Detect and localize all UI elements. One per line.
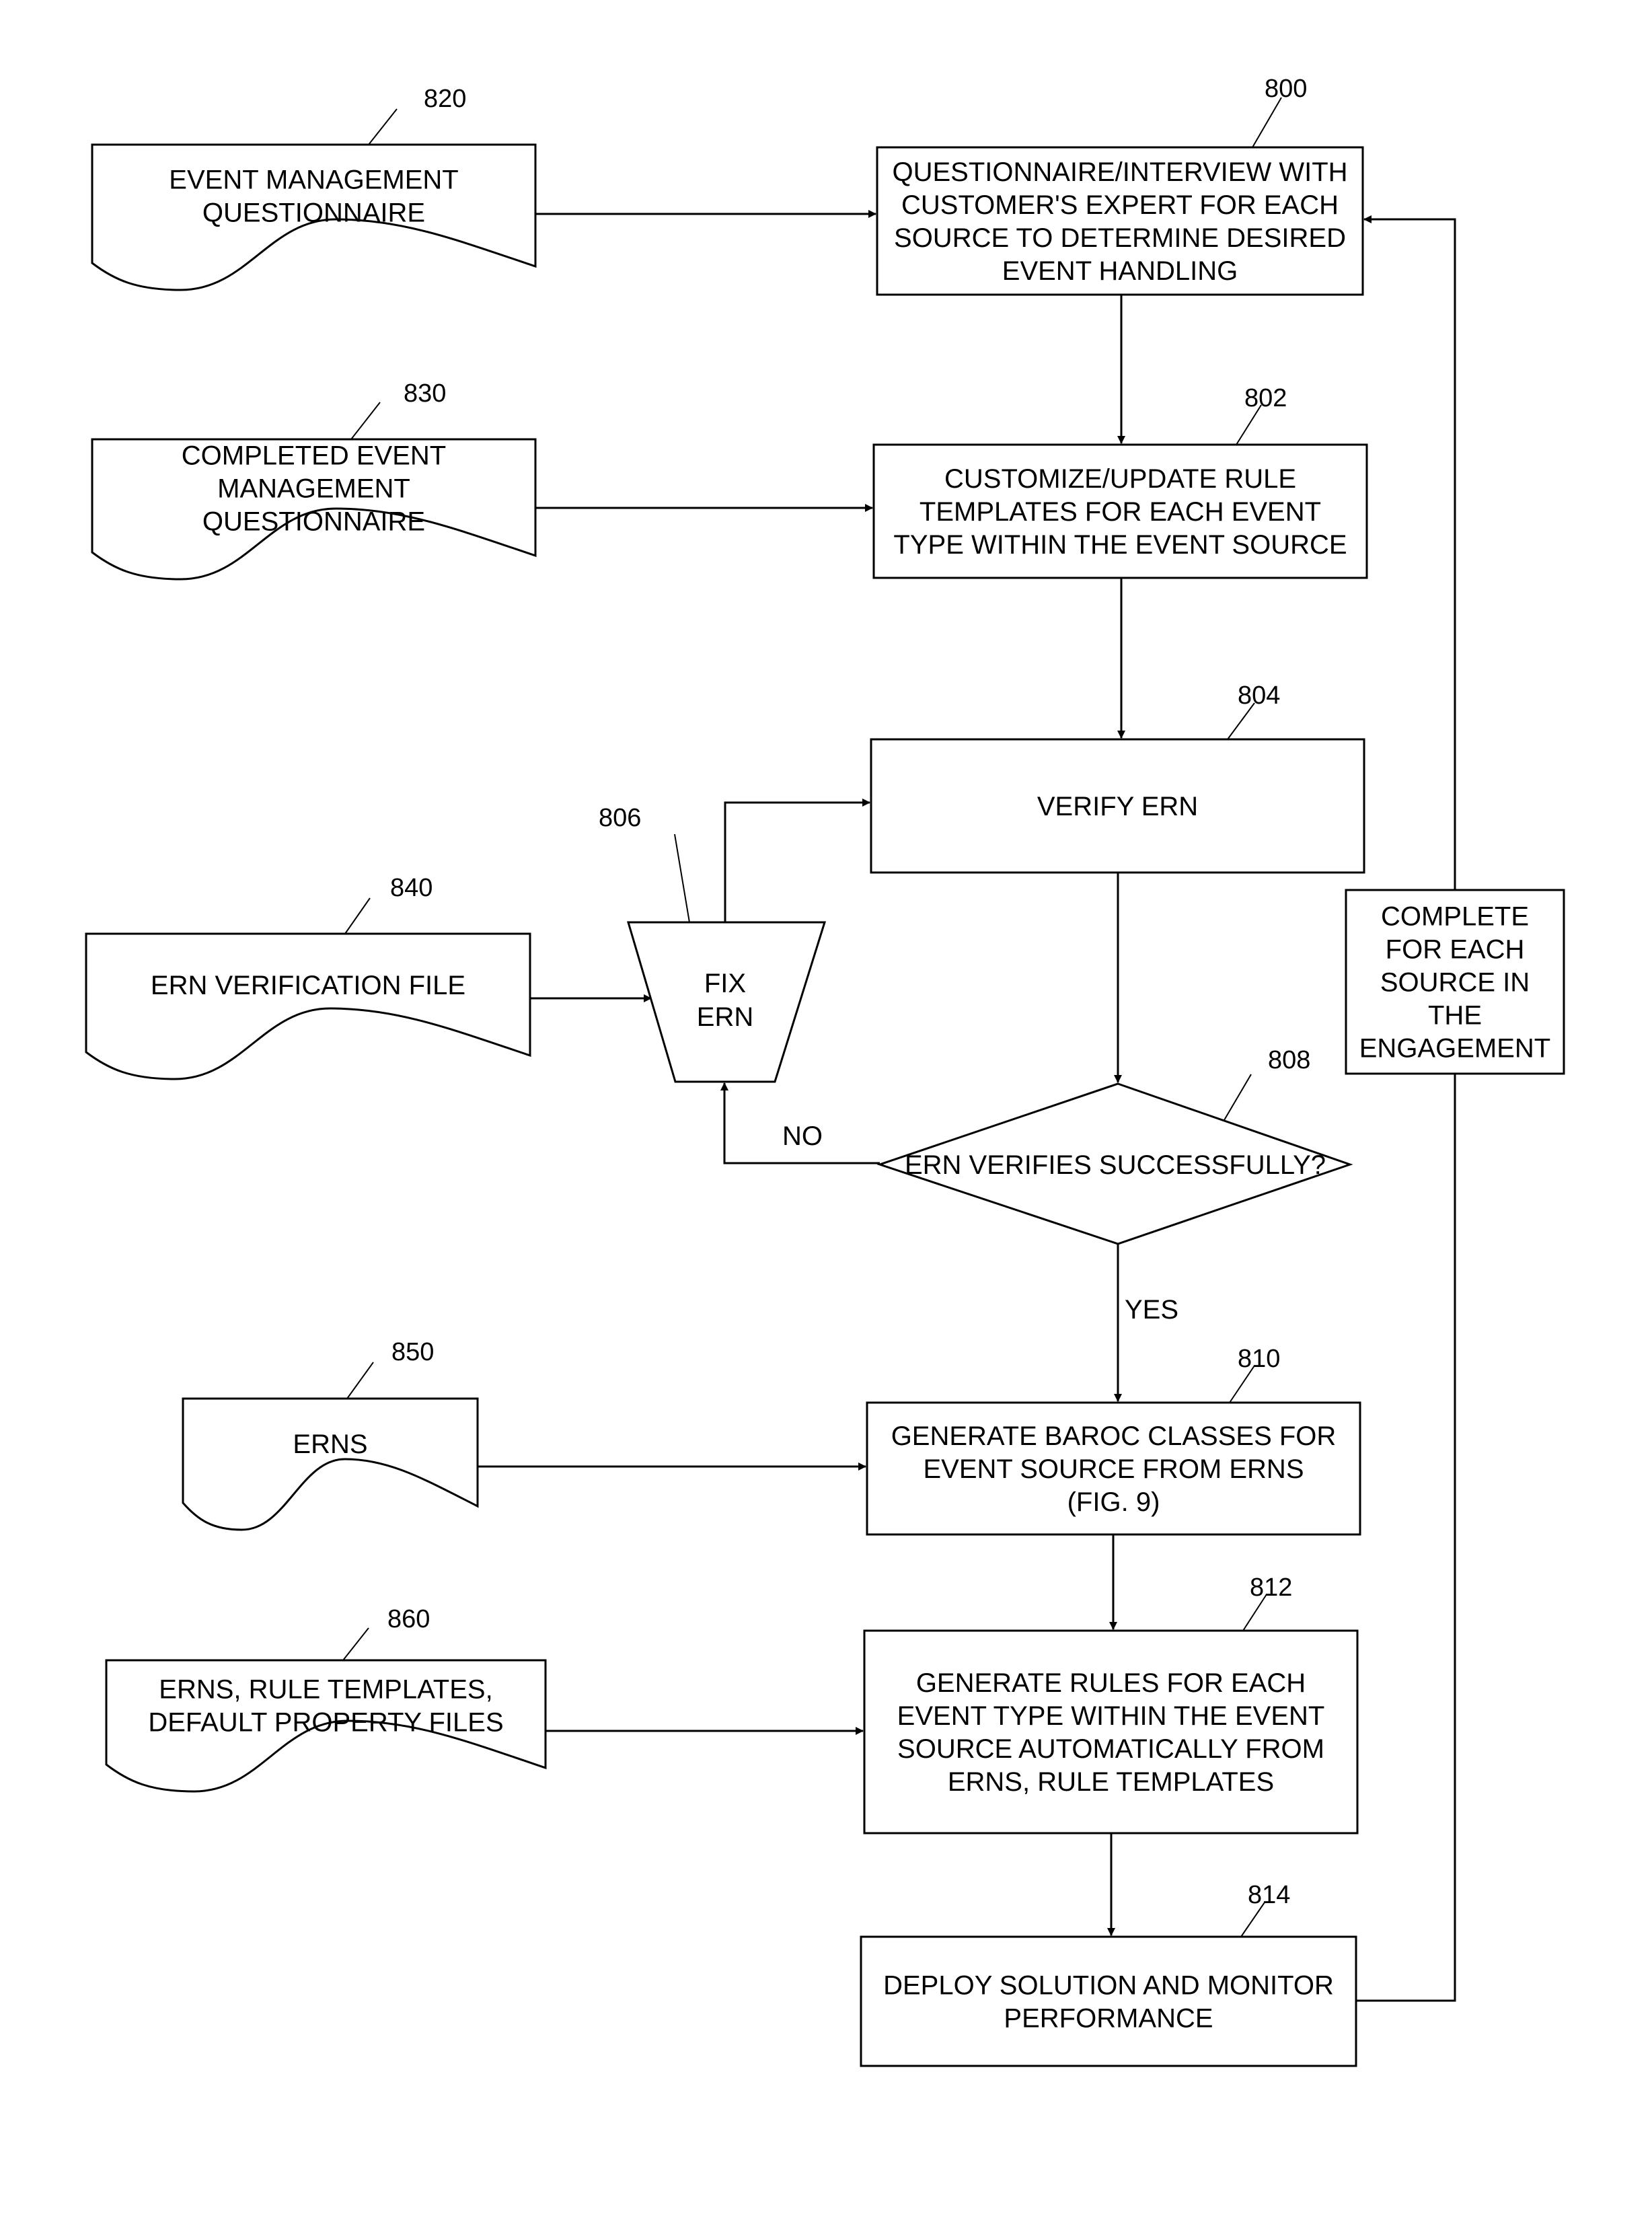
manual-operation-806-text-line: ERN	[697, 1002, 753, 1032]
edge-label-yes: YES	[1125, 1295, 1178, 1325]
leader-line-860	[342, 1627, 369, 1661]
reference-numeral-802: 802	[1244, 384, 1287, 412]
manual-operation-806-text-line: FIX	[704, 969, 746, 998]
reference-numeral-840: 840	[390, 874, 433, 902]
leader-line-830	[350, 402, 381, 440]
loop-annotation-box-text-line: FOR EACH	[1386, 935, 1525, 965]
leader-line-806	[674, 833, 690, 923]
reference-numeral-804: 804	[1238, 681, 1280, 710]
reference-numeral-860: 860	[387, 1605, 430, 1633]
process-box-802-text-line: TEMPLATES FOR EACH EVENT	[919, 497, 1321, 527]
loop-annotation-box-text-line: SOURCE IN	[1380, 968, 1530, 998]
arrow-806-to-804	[724, 803, 870, 922]
flowchart: QUESTIONNAIRE/INTERVIEW WITHCUSTOMER'S E…	[85, 75, 1565, 2067]
document-830-text-line: QUESTIONNAIRE	[202, 507, 425, 537]
loop-annotation-box-text-line: THE	[1428, 1001, 1482, 1031]
reference-numeral-820: 820	[424, 85, 466, 113]
process-box-812-text-line: EVENT TYPE WITHIN THE EVENT	[897, 1701, 1325, 1731]
process-box-800-text-line: QUESTIONNAIRE/INTERVIEW WITH	[892, 157, 1347, 187]
reference-numeral-812: 812	[1250, 1573, 1292, 1602]
reference-numeral-800: 800	[1265, 75, 1307, 103]
document-820-text-line: QUESTIONNAIRE	[202, 198, 425, 228]
arrow-feedback-to-800	[1364, 219, 1456, 890]
process-box-800-text-line: EVENT HANDLING	[1002, 256, 1238, 286]
reference-numeral-850: 850	[391, 1338, 434, 1366]
process-box-800-text-line: CUSTOMER'S EXPERT FOR EACH	[901, 190, 1339, 220]
document-840	[85, 932, 531, 1080]
document-840-text-line: ERN VERIFICATION FILE	[151, 971, 465, 1000]
leader-line-808	[1224, 1074, 1252, 1121]
leader-line-850	[346, 1362, 374, 1399]
edge-label-no: NO	[782, 1121, 823, 1151]
document-850	[182, 1397, 479, 1531]
process-box-810-text-line: (FIG. 9)	[1067, 1487, 1160, 1517]
leader-line-820	[368, 108, 398, 145]
loop-annotation-box-text-line: ENGAGEMENT	[1359, 1034, 1550, 1064]
shapes	[85, 143, 1565, 2067]
process-box-812-text-line: GENERATE RULES FOR EACH	[916, 1668, 1306, 1698]
decision-diamond-808-text-line: ERN VERIFIES SUCCESSFULLY?	[905, 1150, 1326, 1180]
document-850-text-line: ERNS	[293, 1430, 367, 1459]
process-box-812-text-line: ERNS, RULE TEMPLATES	[948, 1767, 1274, 1797]
process-box-812	[863, 1629, 1359, 1834]
reference-numeral-806: 806	[599, 804, 641, 832]
process-box-804-text-line: VERIFY ERN	[1037, 792, 1198, 821]
reference-numeral-808: 808	[1268, 1046, 1310, 1074]
document-820-text-line: EVENT MANAGEMENT	[169, 165, 458, 195]
document-860-text-line: ERNS, RULE TEMPLATES,	[159, 1675, 492, 1705]
process-box-814-text-line: DEPLOY SOLUTION AND MONITOR	[883, 1971, 1334, 2001]
reference-numeral-830: 830	[404, 379, 446, 408]
process-box-810-text-line: GENERATE BAROC CLASSES FOR	[891, 1421, 1337, 1451]
leader-line-800	[1252, 97, 1282, 148]
process-box-814	[860, 1935, 1357, 2067]
process-box-802-text-line: CUSTOMIZE/UPDATE RULE	[944, 464, 1296, 494]
document-830-text-line: COMPLETED EVENT	[182, 441, 446, 471]
document-830-text-line: MANAGEMENT	[217, 474, 410, 504]
reference-numeral-814: 814	[1248, 1881, 1290, 1909]
loop-annotation-box-text-line: COMPLETE	[1381, 902, 1529, 932]
process-box-812-text-line: SOURCE AUTOMATICALLY FROM	[897, 1734, 1324, 1764]
process-box-810-text-line: EVENT SOURCE FROM ERNS	[924, 1454, 1304, 1484]
reference-numeral-810: 810	[1238, 1345, 1280, 1373]
document-860-text-line: DEFAULT PROPERTY FILES	[148, 1708, 503, 1738]
process-box-802-text-line: TYPE WITHIN THE EVENT SOURCE	[893, 530, 1347, 560]
feedback-line-lower	[1356, 1074, 1456, 2002]
leader-line-840	[344, 897, 371, 934]
process-box-800-text-line: SOURCE TO DETERMINE DESIRED	[894, 223, 1346, 253]
process-box-814-text-line: PERFORMANCE	[1004, 2004, 1213, 2034]
